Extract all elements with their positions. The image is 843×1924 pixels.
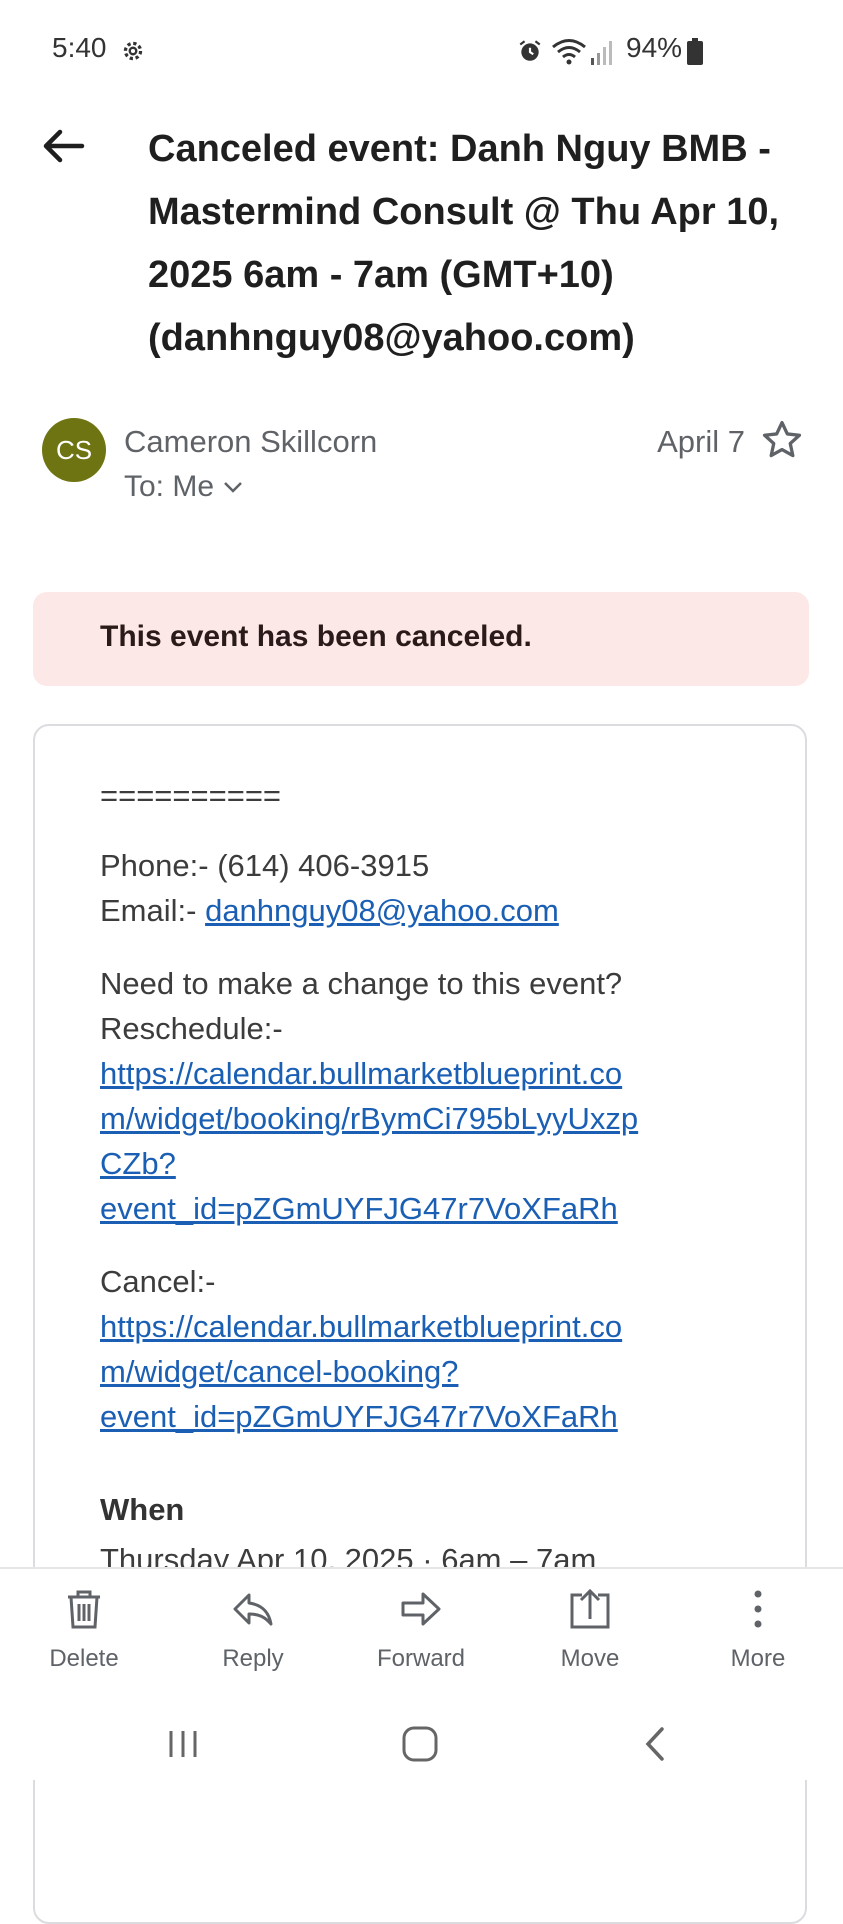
status-time: 5:40	[52, 32, 107, 63]
more-vertical-icon	[754, 1590, 762, 1628]
settings-icon	[123, 41, 143, 61]
change-prompt: Need to make a change to this event?	[100, 966, 623, 1001]
cancel-link-line[interactable]: event_id=pZGmUYFJG47r7VoXFaRh	[100, 1399, 618, 1434]
signal-icon	[591, 41, 612, 65]
delete-button[interactable]: Delete	[24, 1585, 144, 1673]
reschedule-link-cont[interactable]: event_id=pZGmUYFJG47r7VoXFaRh	[100, 1191, 618, 1227]
chevron-down-icon[interactable]	[222, 476, 244, 498]
reschedule-link-line[interactable]: event_id=pZGmUYFJG47r7VoXFaRh	[100, 1191, 618, 1226]
sender-name[interactable]: Cameron Skillcorn	[124, 424, 377, 460]
back-arrow-icon[interactable]	[38, 120, 90, 172]
reschedule-link-line[interactable]: m/widget/booking/rBymCi795bLyyUxzp	[100, 1101, 638, 1136]
email-subject: Canceled event: Danh Nguy BMB - Mastermi…	[148, 128, 780, 359]
forward-icon	[401, 1592, 441, 1626]
back-nav-icon[interactable]	[640, 1725, 670, 1763]
reply-icon	[233, 1593, 273, 1626]
system-nav-bar	[0, 1707, 843, 1780]
delete-label: Delete	[49, 1645, 119, 1672]
email-line: Email:- danhnguy08@yahoo.com	[100, 893, 559, 929]
email-date: April 7	[657, 424, 745, 459]
reply-button[interactable]: Reply	[193, 1585, 313, 1673]
cancel-link[interactable]: https://calendar.bullmarketblueprint.co	[100, 1309, 622, 1345]
more-button[interactable]: More	[698, 1585, 818, 1673]
reschedule-link-cont[interactable]: m/widget/booking/rBymCi795bLyyUxzp	[100, 1101, 638, 1137]
battery-icon	[687, 38, 703, 65]
reschedule-link[interactable]: https://calendar.bullmarketblueprint.co	[100, 1056, 622, 1092]
move-button[interactable]: Move	[530, 1585, 650, 1673]
more-label: More	[730, 1645, 786, 1672]
recents-icon[interactable]	[166, 1727, 200, 1761]
cancel-link-cont[interactable]: m/widget/cancel-booking?	[100, 1354, 458, 1390]
bottom-toolbar: Delete Reply Forward Move More	[0, 1567, 843, 1709]
email-label: Email:-	[100, 893, 197, 928]
canceled-banner-text: This event has been canceled.	[100, 620, 532, 653]
reschedule-link-line[interactable]: CZb?	[100, 1146, 176, 1181]
when-label: When	[100, 1492, 185, 1527]
phone-line: Phone:- (614) 406-3915	[100, 848, 430, 883]
cancel-label: Cancel:-	[100, 1264, 216, 1299]
alarm-icon	[519, 40, 541, 61]
avatar[interactable]: CS	[42, 418, 106, 482]
separator-line: ==========	[100, 778, 282, 813]
forward-label: Forward	[376, 1645, 466, 1672]
reschedule-label: Reschedule:-	[100, 1011, 283, 1046]
cancel-link-cont[interactable]: event_id=pZGmUYFJG47r7VoXFaRh	[100, 1399, 618, 1435]
reschedule-link-line[interactable]: https://calendar.bullmarketblueprint.co	[100, 1056, 622, 1091]
reschedule-link-cont[interactable]: CZb?	[100, 1146, 176, 1182]
email-link[interactable]: danhnguy08@yahoo.com	[205, 893, 559, 928]
star-icon[interactable]	[760, 418, 804, 462]
recipient-line[interactable]: To: Me	[124, 470, 214, 504]
cancel-link-line[interactable]: m/widget/cancel-booking?	[100, 1354, 458, 1389]
move-label: Move	[560, 1645, 620, 1672]
wifi-icon	[552, 39, 586, 65]
trash-icon	[68, 1590, 100, 1629]
reply-label: Reply	[222, 1645, 284, 1672]
forward-button[interactable]: Forward	[361, 1585, 481, 1673]
cancel-link-line[interactable]: https://calendar.bullmarketblueprint.co	[100, 1309, 622, 1344]
move-icon	[570, 1588, 610, 1629]
home-icon[interactable]	[401, 1725, 439, 1763]
